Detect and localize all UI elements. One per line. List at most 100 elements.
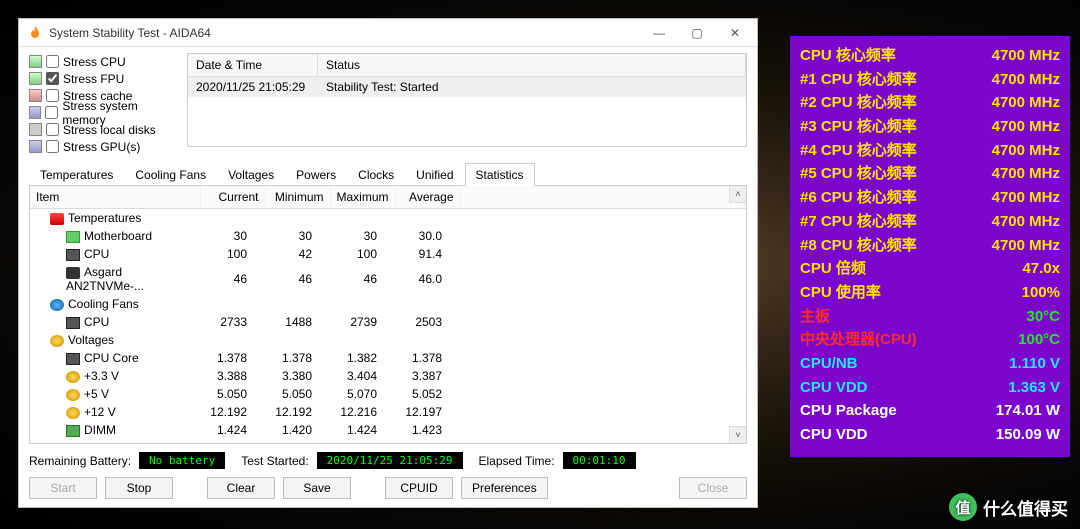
col-average[interactable]: Average [395, 186, 460, 209]
hwinfo-label: 中央处理器(CPU) [800, 328, 917, 352]
test-started-label: Test Started: [241, 454, 308, 468]
col-current[interactable]: Current [200, 186, 265, 209]
hwinfo-value: 4700 MHz [992, 210, 1060, 234]
disk-icon [29, 123, 42, 136]
row-dimm-v[interactable]: DIMM1.4241.4201.4241.423 [30, 421, 746, 439]
cpu-chip-icon [66, 317, 80, 329]
hwinfo-row: CPU/NB1.110 V [800, 352, 1060, 376]
hwinfo-label: CPU 核心频率 [800, 44, 896, 68]
dimm-icon [66, 425, 80, 437]
row-motherboard[interactable]: Motherboard30303030.0 [30, 227, 746, 245]
minimize-button[interactable]: — [641, 22, 677, 44]
voltage-icon [66, 371, 80, 383]
row-5v[interactable]: +5 V5.0505.0505.0705.052 [30, 385, 746, 403]
preferences-button[interactable]: Preferences [461, 477, 548, 499]
gpu-icon [29, 140, 42, 153]
stress-gpu-label: Stress GPU(s) [63, 140, 140, 154]
tab-temperatures[interactable]: Temperatures [29, 163, 124, 186]
close-button[interactable]: ✕ [717, 22, 753, 44]
section-cooling-fans[interactable]: Cooling Fans [30, 295, 746, 313]
hwinfo-row: CPU Package 174.01 W [800, 399, 1060, 423]
hwinfo-row: 中央处理器(CPU)100°C [800, 328, 1060, 352]
hwinfo-label: CPU 倍频 [800, 257, 866, 281]
log-head-date[interactable]: Date & Time [188, 54, 318, 76]
aida64-window: System Stability Test - AIDA64 — ▢ ✕ Str… [18, 18, 758, 508]
tab-unified[interactable]: Unified [405, 163, 464, 186]
section-voltages[interactable]: Voltages [30, 331, 746, 349]
fpu-icon [29, 72, 42, 85]
stress-gpu-checkbox[interactable] [46, 140, 59, 153]
hwinfo-value: 150.09 W [996, 423, 1060, 447]
log-head-status[interactable]: Status [318, 54, 746, 76]
row-cpu-temp[interactable]: CPU1004210091.4 [30, 245, 746, 263]
cpu-icon [29, 55, 42, 68]
hwinfo-row: #1 CPU 核心频率4700 MHz [800, 68, 1060, 92]
row-nvme-temp[interactable]: Asgard AN2TNVMe-...46464646.0 [30, 263, 746, 295]
elapsed-value: 00:01:10 [563, 452, 636, 469]
row-12v[interactable]: +12 V12.19212.19212.21612.197 [30, 403, 746, 421]
log-row[interactable]: 2020/11/25 21:05:29 Stability Test: Star… [188, 77, 746, 97]
hwinfo-value: 4700 MHz [992, 68, 1060, 92]
scroll-down-button[interactable]: ˅ [729, 426, 746, 443]
hwinfo-label: #8 CPU 核心频率 [800, 234, 917, 258]
hwinfo-label: CPU VDD [800, 423, 868, 447]
hwinfo-label: CPU 使用率 [800, 281, 881, 305]
row-3v3[interactable]: +3.3 V3.3883.3803.4043.387 [30, 367, 746, 385]
col-maximum[interactable]: Maximum [330, 186, 395, 209]
test-started-value: 2020/11/25 21:05:29 [317, 452, 463, 469]
nvme-icon [66, 267, 80, 279]
stress-cpu-checkbox[interactable] [46, 55, 59, 68]
col-minimum[interactable]: Minimum [265, 186, 330, 209]
clear-button[interactable]: Clear [207, 477, 275, 499]
tab-clocks[interactable]: Clocks [347, 163, 405, 186]
hwinfo-label: CPU Package [800, 399, 897, 423]
app-flame-icon [27, 25, 43, 41]
hwinfo-label: #5 CPU 核心频率 [800, 162, 917, 186]
hwinfo-value: 4700 MHz [992, 44, 1060, 68]
tab-statistics[interactable]: Statistics [465, 163, 535, 186]
stress-fpu-checkbox[interactable] [46, 72, 59, 85]
stress-disk-checkbox[interactable] [46, 123, 59, 136]
cpu-chip-icon [66, 249, 80, 261]
hwinfo-label: #2 CPU 核心频率 [800, 91, 917, 115]
hwinfo-row: #4 CPU 核心频率 4700 MHz [800, 139, 1060, 163]
start-button[interactable]: Start [29, 477, 97, 499]
title-bar[interactable]: System Stability Test - AIDA64 — ▢ ✕ [19, 19, 757, 47]
hwinfo-row: CPU VDD 150.09 W [800, 423, 1060, 447]
statistics-grid: ˄ ˅ Item Current Minimum Maximum Average… [29, 186, 747, 444]
stress-memory-checkbox[interactable] [45, 106, 58, 119]
watermark-badge-icon: 值 [949, 493, 977, 521]
hwinfo-label: #4 CPU 核心频率 [800, 139, 917, 163]
close-window-button[interactable]: Close [679, 477, 747, 499]
cpuid-button[interactable]: CPUID [385, 477, 453, 499]
hwinfo-value: 4700 MHz [992, 91, 1060, 115]
tab-strip: Temperatures Cooling Fans Voltages Power… [29, 163, 747, 186]
hwinfo-label: #7 CPU 核心频率 [800, 210, 917, 234]
stress-fpu-label: Stress FPU [63, 72, 124, 86]
tab-voltages[interactable]: Voltages [217, 163, 285, 186]
battery-value: No battery [139, 452, 225, 469]
hwinfo-value: 47.0x [1022, 257, 1060, 281]
maximize-button[interactable]: ▢ [679, 22, 715, 44]
stop-button[interactable]: Stop [105, 477, 173, 499]
hwinfo-label: 主板 [800, 305, 830, 329]
cpu-chip-icon [66, 353, 80, 365]
window-title: System Stability Test - AIDA64 [49, 26, 641, 40]
section-temperatures[interactable]: Temperatures [30, 209, 746, 228]
voltage-icon [66, 407, 80, 419]
row-cpu-core-v[interactable]: CPU Core1.3781.3781.3821.378 [30, 349, 746, 367]
watermark-text: 什么值得买 [983, 495, 1068, 520]
tab-cooling-fans[interactable]: Cooling Fans [124, 163, 217, 186]
hwinfo-value: 4700 MHz [992, 186, 1060, 210]
watermark: 值 什么值得买 [949, 493, 1068, 521]
hwinfo-value: 174.01 W [996, 399, 1060, 423]
thermometer-icon [50, 213, 64, 225]
row-cpu-fan[interactable]: CPU2733148827392503 [30, 313, 746, 331]
hwinfo-value: 4700 MHz [992, 139, 1060, 163]
stress-cache-checkbox[interactable] [46, 89, 59, 102]
save-button[interactable]: Save [283, 477, 351, 499]
motherboard-icon [66, 231, 80, 243]
scroll-up-button[interactable]: ˄ [729, 186, 746, 203]
tab-powers[interactable]: Powers [285, 163, 347, 186]
col-item[interactable]: Item [30, 186, 200, 209]
